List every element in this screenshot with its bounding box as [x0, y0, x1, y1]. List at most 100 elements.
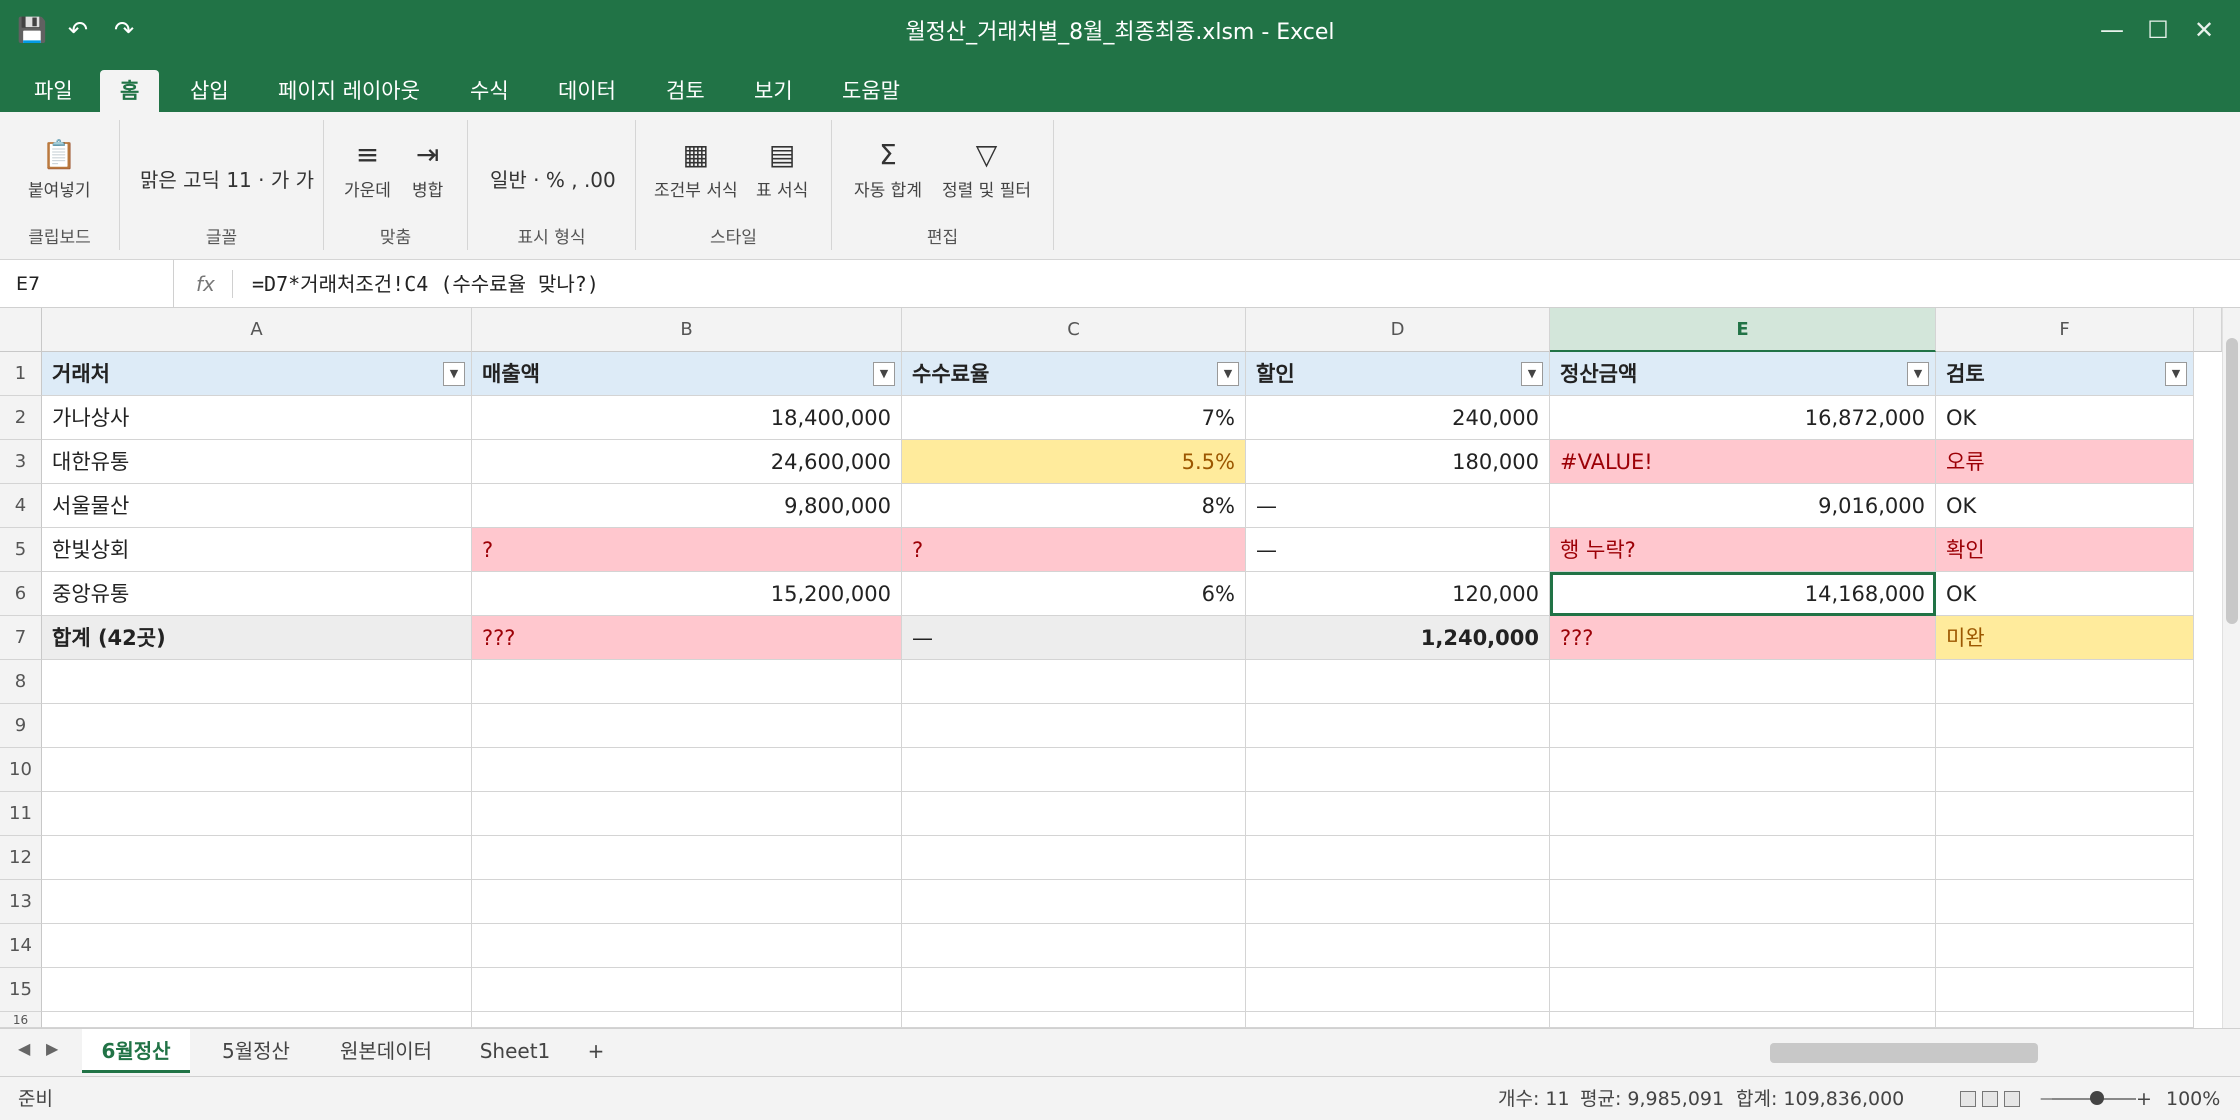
- total-cell[interactable]: —: [902, 616, 1246, 660]
- vertical-scroll-thumb[interactable]: [2226, 338, 2238, 624]
- align-center-button[interactable]: ≡ 가운데: [344, 138, 391, 201]
- empty-cell[interactable]: [472, 880, 902, 924]
- empty-cell[interactable]: [1550, 748, 1936, 792]
- total-cell[interactable]: 1,240,000: [1246, 616, 1550, 660]
- empty-cell[interactable]: [1246, 1012, 1550, 1028]
- table-cell[interactable]: ?: [902, 528, 1246, 572]
- total-cell[interactable]: ???: [472, 616, 902, 660]
- empty-cell[interactable]: [472, 792, 902, 836]
- row-header-6[interactable]: 6: [0, 572, 42, 616]
- minimize-icon[interactable]: —: [2094, 12, 2130, 48]
- empty-cell[interactable]: [1936, 660, 2194, 704]
- empty-cell[interactable]: [1936, 748, 2194, 792]
- empty-cell[interactable]: [1550, 924, 1936, 968]
- empty-cell[interactable]: [1246, 968, 1550, 1012]
- horizontal-scrollbar[interactable]: [1770, 1043, 2200, 1063]
- total-cell[interactable]: 합계 (42곳): [42, 616, 472, 660]
- add-sheet-button[interactable]: +: [578, 1029, 614, 1073]
- select-all-corner[interactable]: [0, 308, 42, 352]
- empty-cell[interactable]: [1550, 836, 1936, 880]
- tab-help[interactable]: 도움말: [822, 70, 920, 112]
- sheet-tab-june[interactable]: 6월정산: [82, 1029, 190, 1073]
- table-header-cell[interactable]: 정산금액 ▼: [1550, 352, 1936, 396]
- table-cell[interactable]: 한빛상회: [42, 528, 472, 572]
- filter-dropdown-icon[interactable]: ▼: [1217, 362, 1239, 386]
- table-cell[interactable]: 서울물산: [42, 484, 472, 528]
- empty-cell[interactable]: [42, 836, 472, 880]
- maximize-icon[interactable]: ☐: [2140, 12, 2176, 48]
- column-header-f[interactable]: F: [1936, 308, 2194, 352]
- font-selector[interactable]: 맑은 고딕 11 · 가 가: [140, 164, 314, 193]
- empty-cell[interactable]: [1936, 1012, 2194, 1028]
- empty-cell[interactable]: [902, 924, 1246, 968]
- filter-dropdown-icon[interactable]: ▼: [443, 362, 465, 386]
- empty-cell[interactable]: [1550, 968, 1936, 1012]
- zoom-level[interactable]: 100%: [2166, 1077, 2220, 1120]
- empty-cell[interactable]: [1550, 704, 1936, 748]
- empty-cell[interactable]: [1246, 792, 1550, 836]
- table-cell[interactable]: —: [1246, 528, 1550, 572]
- table-cell[interactable]: 7%: [902, 396, 1246, 440]
- row-header-12[interactable]: 12: [0, 836, 42, 880]
- sheet-next-icon[interactable]: ▶: [46, 1039, 58, 1058]
- table-cell[interactable]: 중앙유통: [42, 572, 472, 616]
- table-cell[interactable]: 180,000: [1246, 440, 1550, 484]
- tab-data[interactable]: 데이터: [538, 70, 636, 112]
- table-header-cell[interactable]: 할인 ▼: [1246, 352, 1550, 396]
- empty-cell[interactable]: [1936, 880, 2194, 924]
- empty-cell[interactable]: [42, 748, 472, 792]
- name-box[interactable]: E7: [0, 260, 174, 308]
- table-cell[interactable]: 행 누락?: [1550, 528, 1936, 572]
- number-format-selector[interactable]: 일반 · % , .00: [490, 164, 616, 193]
- table-cell[interactable]: 120,000: [1246, 572, 1550, 616]
- row-header-8[interactable]: 8: [0, 660, 42, 704]
- table-cell[interactable]: 8%: [902, 484, 1246, 528]
- column-header-a[interactable]: A: [42, 308, 472, 352]
- empty-cell[interactable]: [902, 1012, 1246, 1028]
- filter-dropdown-icon[interactable]: ▼: [1907, 362, 1929, 386]
- row-header-3[interactable]: 3: [0, 440, 42, 484]
- table-cell[interactable]: 5.5%: [902, 440, 1246, 484]
- fx-icon[interactable]: fx: [196, 260, 215, 308]
- table-cell[interactable]: 240,000: [1246, 396, 1550, 440]
- column-header-b[interactable]: B: [472, 308, 902, 352]
- empty-cell[interactable]: [902, 968, 1246, 1012]
- row-header-10[interactable]: 10: [0, 748, 42, 792]
- empty-cell[interactable]: [1550, 1012, 1936, 1028]
- table-cell[interactable]: 오류: [1936, 440, 2194, 484]
- close-icon[interactable]: ✕: [2186, 12, 2222, 48]
- column-header-d[interactable]: D: [1246, 308, 1550, 352]
- sheet-prev-icon[interactable]: ◀: [18, 1039, 30, 1058]
- sort-filter-button[interactable]: ▽ 정렬 및 필터: [942, 138, 1031, 201]
- empty-cell[interactable]: [472, 660, 902, 704]
- empty-cell[interactable]: [1936, 836, 2194, 880]
- empty-cell[interactable]: [42, 924, 472, 968]
- column-header-e[interactable]: E: [1550, 308, 1936, 352]
- empty-cell[interactable]: [472, 924, 902, 968]
- tab-formulas[interactable]: 수식: [450, 70, 529, 112]
- empty-cell[interactable]: [1550, 792, 1936, 836]
- sheet-tab-may[interactable]: 5월정산: [206, 1029, 306, 1073]
- empty-cell[interactable]: [1246, 660, 1550, 704]
- row-header-7[interactable]: 7: [0, 616, 42, 660]
- conditional-format-button[interactable]: ▦ 조건부 서식: [654, 138, 738, 201]
- empty-cell[interactable]: [472, 836, 902, 880]
- empty-cell[interactable]: [1246, 704, 1550, 748]
- table-cell[interactable]: 16,872,000: [1550, 396, 1936, 440]
- table-cell[interactable]: 24,600,000: [472, 440, 902, 484]
- table-cell[interactable]: 18,400,000: [472, 396, 902, 440]
- table-cell[interactable]: —: [1246, 484, 1550, 528]
- filter-dropdown-icon[interactable]: ▼: [2165, 362, 2187, 386]
- empty-cell[interactable]: [902, 880, 1246, 924]
- table-cell[interactable]: 가나상사: [42, 396, 472, 440]
- row-header-2[interactable]: 2: [0, 396, 42, 440]
- row-header-5[interactable]: 5: [0, 528, 42, 572]
- empty-cell[interactable]: [902, 704, 1246, 748]
- table-cell[interactable]: OK: [1936, 484, 2194, 528]
- tab-file[interactable]: 파일: [14, 70, 93, 112]
- empty-cell[interactable]: [1550, 880, 1936, 924]
- empty-cell[interactable]: [902, 792, 1246, 836]
- empty-cell[interactable]: [42, 1012, 472, 1028]
- empty-cell[interactable]: [472, 1012, 902, 1028]
- merge-button[interactable]: ⇥ 병합: [412, 138, 443, 201]
